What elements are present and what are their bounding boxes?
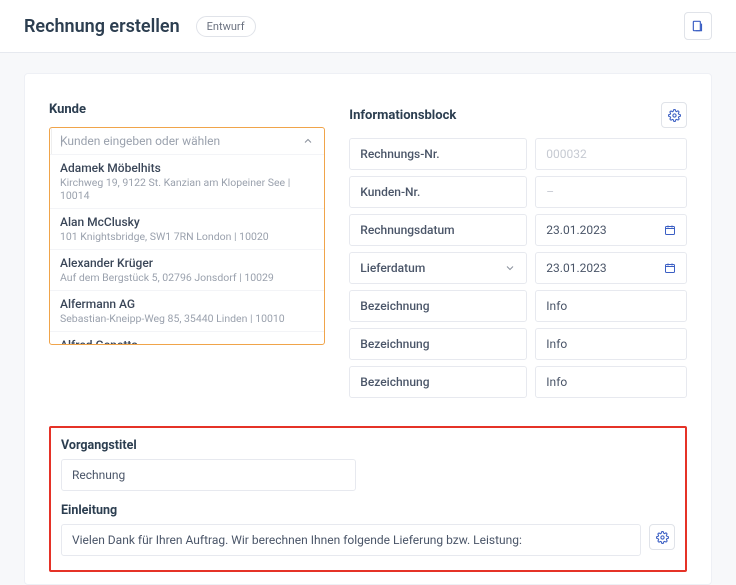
intro-field: Einleitung Vielen Dank für Ihren Auftrag… bbox=[61, 503, 675, 556]
process-title-field: Vorgangstitel Rechnung bbox=[61, 438, 675, 491]
customer-options-list[interactable]: Adamek Möbelhits Kirchweg 19, 9122 St. K… bbox=[50, 154, 324, 344]
desc1-value[interactable]: Info bbox=[535, 290, 687, 322]
info-row-invoice-date: Rechnungsdatum 23.01.2023 bbox=[349, 214, 687, 246]
process-title-label: Vorgangstitel bbox=[61, 438, 675, 453]
customer-option[interactable]: Alfred Gepetto Krämerweg 9, 4600 Olten |… bbox=[50, 331, 324, 344]
desc2-label[interactable]: Bezeichnung bbox=[349, 328, 527, 360]
customer-no-value[interactable]: – bbox=[535, 176, 687, 208]
calendar-icon bbox=[664, 262, 676, 274]
intro-input[interactable]: Vielen Dank für Ihren Auftrag. Wir berec… bbox=[61, 524, 641, 556]
invoice-no-value[interactable]: 000032 bbox=[535, 138, 687, 170]
desc2-value[interactable]: Info bbox=[535, 328, 687, 360]
delivery-date-label[interactable]: Lieferdatum bbox=[349, 252, 527, 284]
header-action-button[interactable] bbox=[684, 12, 712, 40]
chevron-down-icon bbox=[504, 262, 516, 274]
page-header: Rechnung erstellen Entwurf bbox=[0, 0, 736, 53]
desc3-value[interactable]: Info bbox=[535, 366, 687, 398]
calendar-icon bbox=[664, 224, 676, 236]
process-title-input[interactable]: Rechnung bbox=[61, 459, 356, 491]
customer-option[interactable]: Adamek Möbelhits Kirchweg 19, 9122 St. K… bbox=[50, 154, 324, 208]
gear-icon bbox=[668, 109, 681, 122]
info-row-delivery-date: Lieferdatum 23.01.2023 bbox=[349, 252, 687, 284]
highlighted-section: Vorgangstitel Rechnung Einleitung Vielen… bbox=[49, 426, 687, 572]
delivery-date-input[interactable]: 23.01.2023 bbox=[535, 252, 687, 284]
desc3-label[interactable]: Bezeichnung bbox=[349, 366, 527, 398]
info-row-desc3: Bezeichnung Info bbox=[349, 366, 687, 398]
info-row-customer-no: Kunden-Nr. – bbox=[349, 176, 687, 208]
info-row-desc2: Bezeichnung Info bbox=[349, 328, 687, 360]
invoice-date-label: Rechnungsdatum bbox=[349, 214, 527, 246]
main-card: Kunde | Kunden eingeben oder wählen Adam… bbox=[24, 73, 712, 585]
page-title: Rechnung erstellen bbox=[24, 16, 180, 37]
customer-option[interactable]: Alan McClusky 101 Knightsbridge, SW1 7RN… bbox=[50, 208, 324, 249]
customer-section-title: Kunde bbox=[49, 102, 325, 117]
invoice-date-input[interactable]: 23.01.2023 bbox=[535, 214, 687, 246]
customer-combobox[interactable]: | Kunden eingeben oder wählen Adamek Möb… bbox=[49, 127, 325, 345]
info-settings-button[interactable] bbox=[661, 102, 687, 128]
info-row-invoice-no: Rechnungs-Nr. 000032 bbox=[349, 138, 687, 170]
intro-label: Einleitung bbox=[61, 503, 675, 518]
customer-no-label: Kunden-Nr. bbox=[349, 176, 527, 208]
customer-option[interactable]: Alfermann AG Sebastian-Kneipp-Weg 85, 35… bbox=[50, 290, 324, 331]
desc1-label[interactable]: Bezeichnung bbox=[349, 290, 527, 322]
customer-input-row[interactable]: | Kunden eingeben oder wählen bbox=[50, 128, 324, 154]
invoice-no-label: Rechnungs-Nr. bbox=[349, 138, 527, 170]
info-section-title: Informationsblock bbox=[349, 108, 456, 123]
gear-icon bbox=[656, 531, 669, 544]
customer-option[interactable]: Alexander Krüger Auf dem Bergstück 5, 02… bbox=[50, 249, 324, 290]
info-row-desc1: Bezeichnung Info bbox=[349, 290, 687, 322]
intro-settings-button[interactable] bbox=[649, 524, 675, 550]
status-badge: Entwurf bbox=[196, 16, 256, 37]
